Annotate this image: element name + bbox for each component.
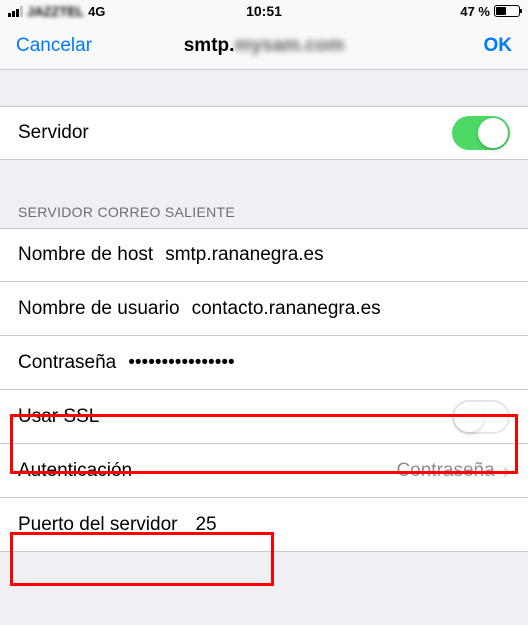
cancel-button[interactable]: Cancelar <box>16 35 92 57</box>
network-label: 4G <box>88 4 105 19</box>
username-value[interactable]: contacto.rananegra.es <box>192 298 381 320</box>
username-label: Nombre de usuario <box>18 298 180 320</box>
use-ssl-row: Usar SSL <box>0 390 528 444</box>
auth-label: Autenticación <box>18 460 132 482</box>
server-label: Servidor <box>18 122 89 144</box>
username-row[interactable]: Nombre de usuario contacto.rananegra.es <box>0 282 528 336</box>
auth-row[interactable]: Autenticación Contraseña › <box>0 444 528 498</box>
status-bar: JAZZTEL 4G 10:51 47 % <box>0 0 528 22</box>
status-right: 47 % <box>460 4 520 19</box>
server-toggle[interactable] <box>452 116 510 150</box>
server-row: Servidor <box>0 106 528 160</box>
clock: 10:51 <box>246 3 282 19</box>
hostname-value[interactable]: smtp.rananegra.es <box>165 244 323 266</box>
hostname-row[interactable]: Nombre de host smtp.rananegra.es <box>0 228 528 282</box>
use-ssl-label: Usar SSL <box>18 406 99 428</box>
chevron-right-icon: › <box>503 458 510 484</box>
server-port-label: Puerto del servidor <box>18 514 177 536</box>
carrier-label: JAZZTEL <box>27 4 84 19</box>
signal-icon <box>8 6 23 17</box>
battery-icon <box>494 5 520 17</box>
password-label: Contraseña <box>18 352 116 374</box>
battery-percent: 47 % <box>460 4 490 19</box>
hostname-label: Nombre de host <box>18 244 153 266</box>
ok-button[interactable]: OK <box>484 35 513 57</box>
status-left: JAZZTEL 4G <box>8 4 105 19</box>
password-row[interactable]: Contraseña •••••••••••••••• <box>0 336 528 390</box>
use-ssl-toggle[interactable] <box>452 400 510 434</box>
page-title: smtp.mysam.com <box>184 35 345 57</box>
nav-bar: Cancelar smtp.mysam.com OK <box>0 22 528 70</box>
password-value[interactable]: •••••••••••••••• <box>128 352 234 374</box>
server-port-row[interactable]: Puerto del servidor 25 <box>0 498 528 552</box>
auth-value: Contraseña <box>396 460 494 482</box>
outgoing-server-header: Servidor correo saliente <box>0 196 528 228</box>
server-port-value[interactable]: 25 <box>195 514 216 536</box>
